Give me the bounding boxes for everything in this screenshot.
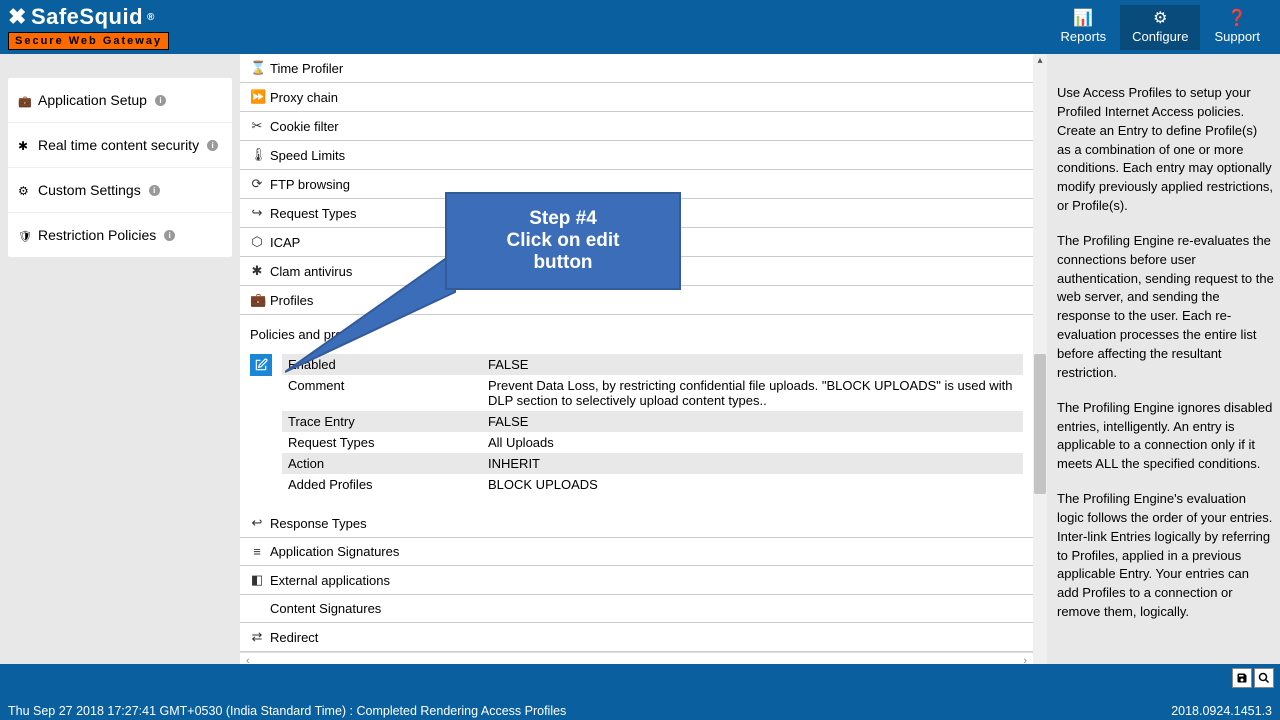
hexagon-icon: ⬡ — [250, 234, 264, 250]
forward-icon: ⏩ — [250, 89, 264, 105]
acc-external-apps[interactable]: ◧External applications — [240, 566, 1033, 595]
app-icon: ◧ — [250, 572, 264, 588]
bug-icon — [18, 137, 32, 153]
version-text: 2018.0924.1451.3 — [1171, 704, 1272, 718]
callout-arrow-icon — [285, 252, 465, 392]
refresh-icon: ⟳ — [250, 176, 264, 192]
sidebar-item-realtime[interactable]: Real time content security i — [8, 123, 232, 168]
edit-button[interactable] — [250, 354, 272, 376]
nav-reports[interactable]: 📊 Reports — [1049, 5, 1119, 50]
edit-icon — [254, 358, 268, 372]
top-nav: 📊 Reports ⚙ Configure ❓ Support — [1049, 5, 1272, 50]
acc-cookie-filter[interactable]: ✂Cookie filter — [240, 112, 1033, 141]
sliders-icon — [18, 182, 32, 198]
sidebar-item-custom[interactable]: Custom Settings i — [8, 168, 232, 213]
nav-configure[interactable]: ⚙ Configure — [1120, 5, 1200, 50]
acc-speed-limits[interactable]: 🌡Speed Limits — [240, 141, 1033, 170]
table-row: Trace EntryFALSE — [282, 411, 1023, 432]
scroll-right-icon[interactable]: › — [1023, 655, 1027, 665]
acc-time-profiler[interactable]: ⌛Time Profiler — [240, 54, 1033, 83]
asterisk-icon: ✱ — [250, 263, 264, 279]
shield-icon — [18, 227, 32, 243]
arrow-left-icon: ↩ — [250, 515, 264, 531]
help-paragraph: The Profiling Engine's evaluation logic … — [1057, 490, 1274, 622]
briefcase-icon — [18, 92, 32, 108]
brand-tagline: Secure Web Gateway — [8, 32, 169, 50]
vertical-scrollbar[interactable]: ▴ — [1033, 54, 1047, 664]
search-button[interactable] — [1254, 668, 1274, 688]
header: ✖ SafeSquid ® Secure Web Gateway 📊 Report… — [0, 0, 1280, 54]
info-icon: i — [207, 140, 218, 151]
callout-title: Step #4 — [477, 208, 649, 230]
acc-response-types[interactable]: ↩Response Types — [240, 509, 1033, 538]
sidebar-item-restriction[interactable]: Restriction Policies i — [8, 213, 232, 257]
sidebar-item-app-setup[interactable]: Application Setup i — [8, 78, 232, 123]
arrow-right-icon: ↪ — [250, 205, 264, 221]
brand-logo: ✖ SafeSquid ® Secure Web Gateway — [8, 4, 169, 50]
hourglass-icon: ⌛ — [250, 60, 264, 76]
help-paragraph: The Profiling Engine ignores disabled en… — [1057, 399, 1274, 474]
info-icon: i — [164, 230, 175, 241]
scissors-icon: ✂ — [250, 118, 264, 134]
acc-app-signatures[interactable]: ≡Application Signatures — [240, 538, 1033, 566]
brand-icon: ✖ — [8, 4, 27, 30]
status-text: Thu Sep 27 2018 17:27:41 GMT+0530 (India… — [8, 704, 566, 718]
info-icon: i — [155, 95, 166, 106]
help-panel: Use Access Profiles to setup your Profil… — [1047, 54, 1280, 664]
callout-text: Click on edit button — [477, 230, 649, 274]
gear-icon: ⚙ — [1153, 11, 1167, 27]
acc-content-signatures[interactable]: Content Signatures — [240, 595, 1033, 623]
brand-reg: ® — [147, 12, 155, 23]
scroll-left-icon[interactable]: ‹ — [246, 655, 250, 665]
list-icon: ≡ — [250, 544, 264, 559]
briefcase-icon: 💼 — [250, 292, 264, 308]
table-row: Added ProfilesBLOCK UPLOADS — [282, 474, 1023, 495]
acc-proxy-chain[interactable]: ⏩Proxy chain — [240, 83, 1033, 112]
help-paragraph: The Profiling Engine re-evaluates the co… — [1057, 232, 1274, 383]
main-area: Application Setup i Real time content se… — [0, 54, 1280, 664]
table-row: Request TypesAll Uploads — [282, 432, 1023, 453]
help-paragraph: Use Access Profiles to setup your Profil… — [1057, 84, 1274, 216]
scroll-up-icon[interactable]: ▴ — [1033, 54, 1047, 68]
chart-icon: 📊 — [1073, 11, 1093, 27]
nav-support[interactable]: ❓ Support — [1202, 5, 1272, 50]
search-icon — [1258, 672, 1270, 684]
instruction-callout: Step #4 Click on edit button — [445, 192, 681, 290]
info-icon: i — [149, 185, 160, 196]
sidebar-left: Application Setup i Real time content se… — [0, 54, 240, 664]
footer: Thu Sep 27 2018 17:27:41 GMT+0530 (India… — [0, 664, 1280, 720]
brand-name: SafeSquid — [31, 4, 143, 30]
horizontal-scrollbar[interactable]: ‹ › — [240, 652, 1033, 664]
table-row: ActionINHERIT — [282, 453, 1023, 474]
acc-redirect[interactable]: ⇄Redirect — [240, 623, 1033, 652]
scroll-thumb[interactable] — [1034, 354, 1046, 494]
save-button[interactable] — [1232, 668, 1252, 688]
shuffle-icon: ⇄ — [250, 629, 264, 645]
help-icon: ❓ — [1227, 11, 1247, 27]
thermometer-icon: 🌡 — [250, 147, 264, 163]
save-icon — [1236, 672, 1248, 684]
